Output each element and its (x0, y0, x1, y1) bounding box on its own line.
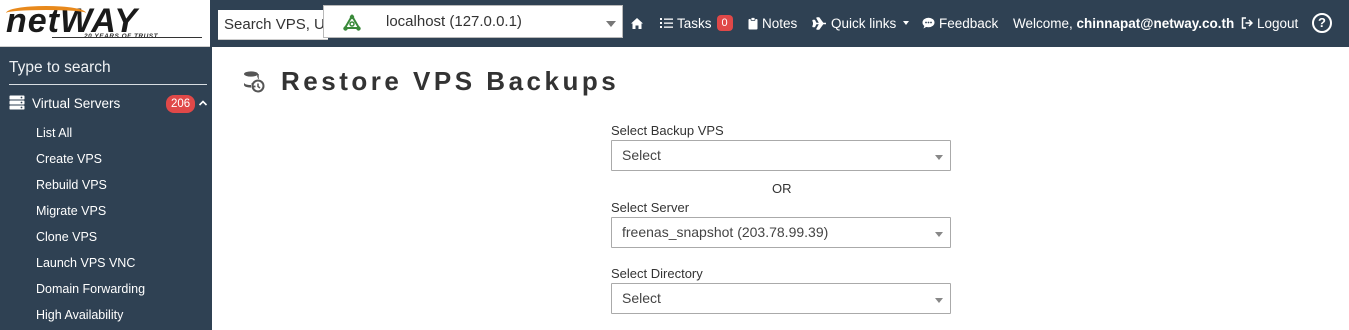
home-icon (631, 17, 643, 29)
directory-select-value: Select (622, 290, 661, 306)
backup-vps-select-value: Select (622, 147, 661, 163)
server-select[interactable]: freenas_snapshot (203.78.99.39) (611, 217, 951, 248)
clipboard-icon (748, 16, 758, 29)
comment-icon (922, 17, 935, 29)
server-icon (9, 95, 25, 110)
sidebar-section-virtual-servers[interactable]: Virtual Servers 206 (0, 93, 212, 115)
nav-home[interactable] (630, 14, 648, 32)
host-select[interactable]: localhost (127.0.0.1) (323, 5, 623, 38)
nav-tasks-label: Tasks (677, 15, 712, 31)
directory-select[interactable]: Select (611, 283, 951, 314)
sidebar-item-create-vps[interactable]: Create VPS (36, 152, 102, 166)
page-title: Restore VPS Backups (281, 66, 620, 96)
sidebar-item-clone-vps[interactable]: Clone VPS (36, 230, 97, 244)
help-icon[interactable]: ? (1312, 13, 1332, 33)
chevron-down-icon (606, 21, 616, 27)
chevron-down-icon (935, 298, 943, 303)
cluster-icon (343, 14, 361, 31)
backup-vps-select[interactable]: Select (611, 140, 951, 171)
nav-notes[interactable]: Notes (748, 14, 797, 32)
database-restore-icon (244, 71, 265, 93)
nav-tasks[interactable]: Tasks 0 (660, 14, 733, 32)
server-select-value: freenas_snapshot (203.78.99.39) (622, 224, 829, 240)
plane-icon (812, 16, 826, 30)
sidebar-item-rebuild-vps[interactable]: Rebuild VPS (36, 178, 107, 192)
welcome-text: Welcome, chinnapat@netway.co.th (1013, 15, 1235, 31)
logo-tagline: 20 YEARS OF TRUST (84, 33, 159, 40)
nav-notes-label: Notes (762, 15, 798, 31)
chevron-up-icon[interactable] (198, 99, 208, 107)
logout-icon (1241, 17, 1253, 29)
chevron-down-icon (935, 232, 943, 237)
backup-vps-label: Select Backup VPS (611, 123, 724, 138)
sidebar-search-input[interactable]: Type to search (9, 57, 207, 85)
caret-down-icon (903, 21, 910, 25)
global-search-input[interactable]: Search VPS, Us (218, 10, 328, 40)
nav-quick-links[interactable]: Quick links (812, 14, 915, 32)
sidebar: Type to search Virtual Servers 206 List … (0, 47, 212, 330)
virtual-servers-count-badge: 206 (166, 95, 196, 113)
sidebar-section-label: Virtual Servers (32, 96, 121, 111)
nav-feedback-label: Feedback (939, 15, 999, 31)
sidebar-item-migrate-vps[interactable]: Migrate VPS (36, 204, 106, 218)
nav-quick-links-label: Quick links (831, 15, 897, 31)
or-separator: OR (772, 181, 792, 196)
sidebar-item-list-all[interactable]: List All (36, 126, 72, 140)
server-label: Select Server (611, 200, 690, 215)
host-select-value: localhost (127.0.0.1) (386, 13, 522, 30)
brand-logo[interactable]: netWAY 20 YEARS OF TRUST (0, 0, 210, 47)
directory-label: Select Directory (611, 266, 703, 281)
sidebar-item-high-availability[interactable]: High Availability (36, 308, 123, 322)
tasks-icon (660, 18, 673, 28)
user-email[interactable]: chinnapat@netway.co.th (1077, 16, 1235, 31)
sidebar-item-domain-forwarding[interactable]: Domain Forwarding (36, 282, 145, 296)
chevron-down-icon (935, 155, 943, 160)
sidebar-item-launch-vps-vnc[interactable]: Launch VPS VNC (36, 256, 135, 270)
top-navbar: netWAY 20 YEARS OF TRUST Search VPS, Us … (0, 0, 1349, 47)
tasks-count-badge: 0 (716, 15, 733, 31)
nav-feedback[interactable]: Feedback (922, 14, 998, 32)
logout-label: Logout (1257, 15, 1299, 31)
logout-link[interactable]: Logout (1241, 14, 1298, 32)
